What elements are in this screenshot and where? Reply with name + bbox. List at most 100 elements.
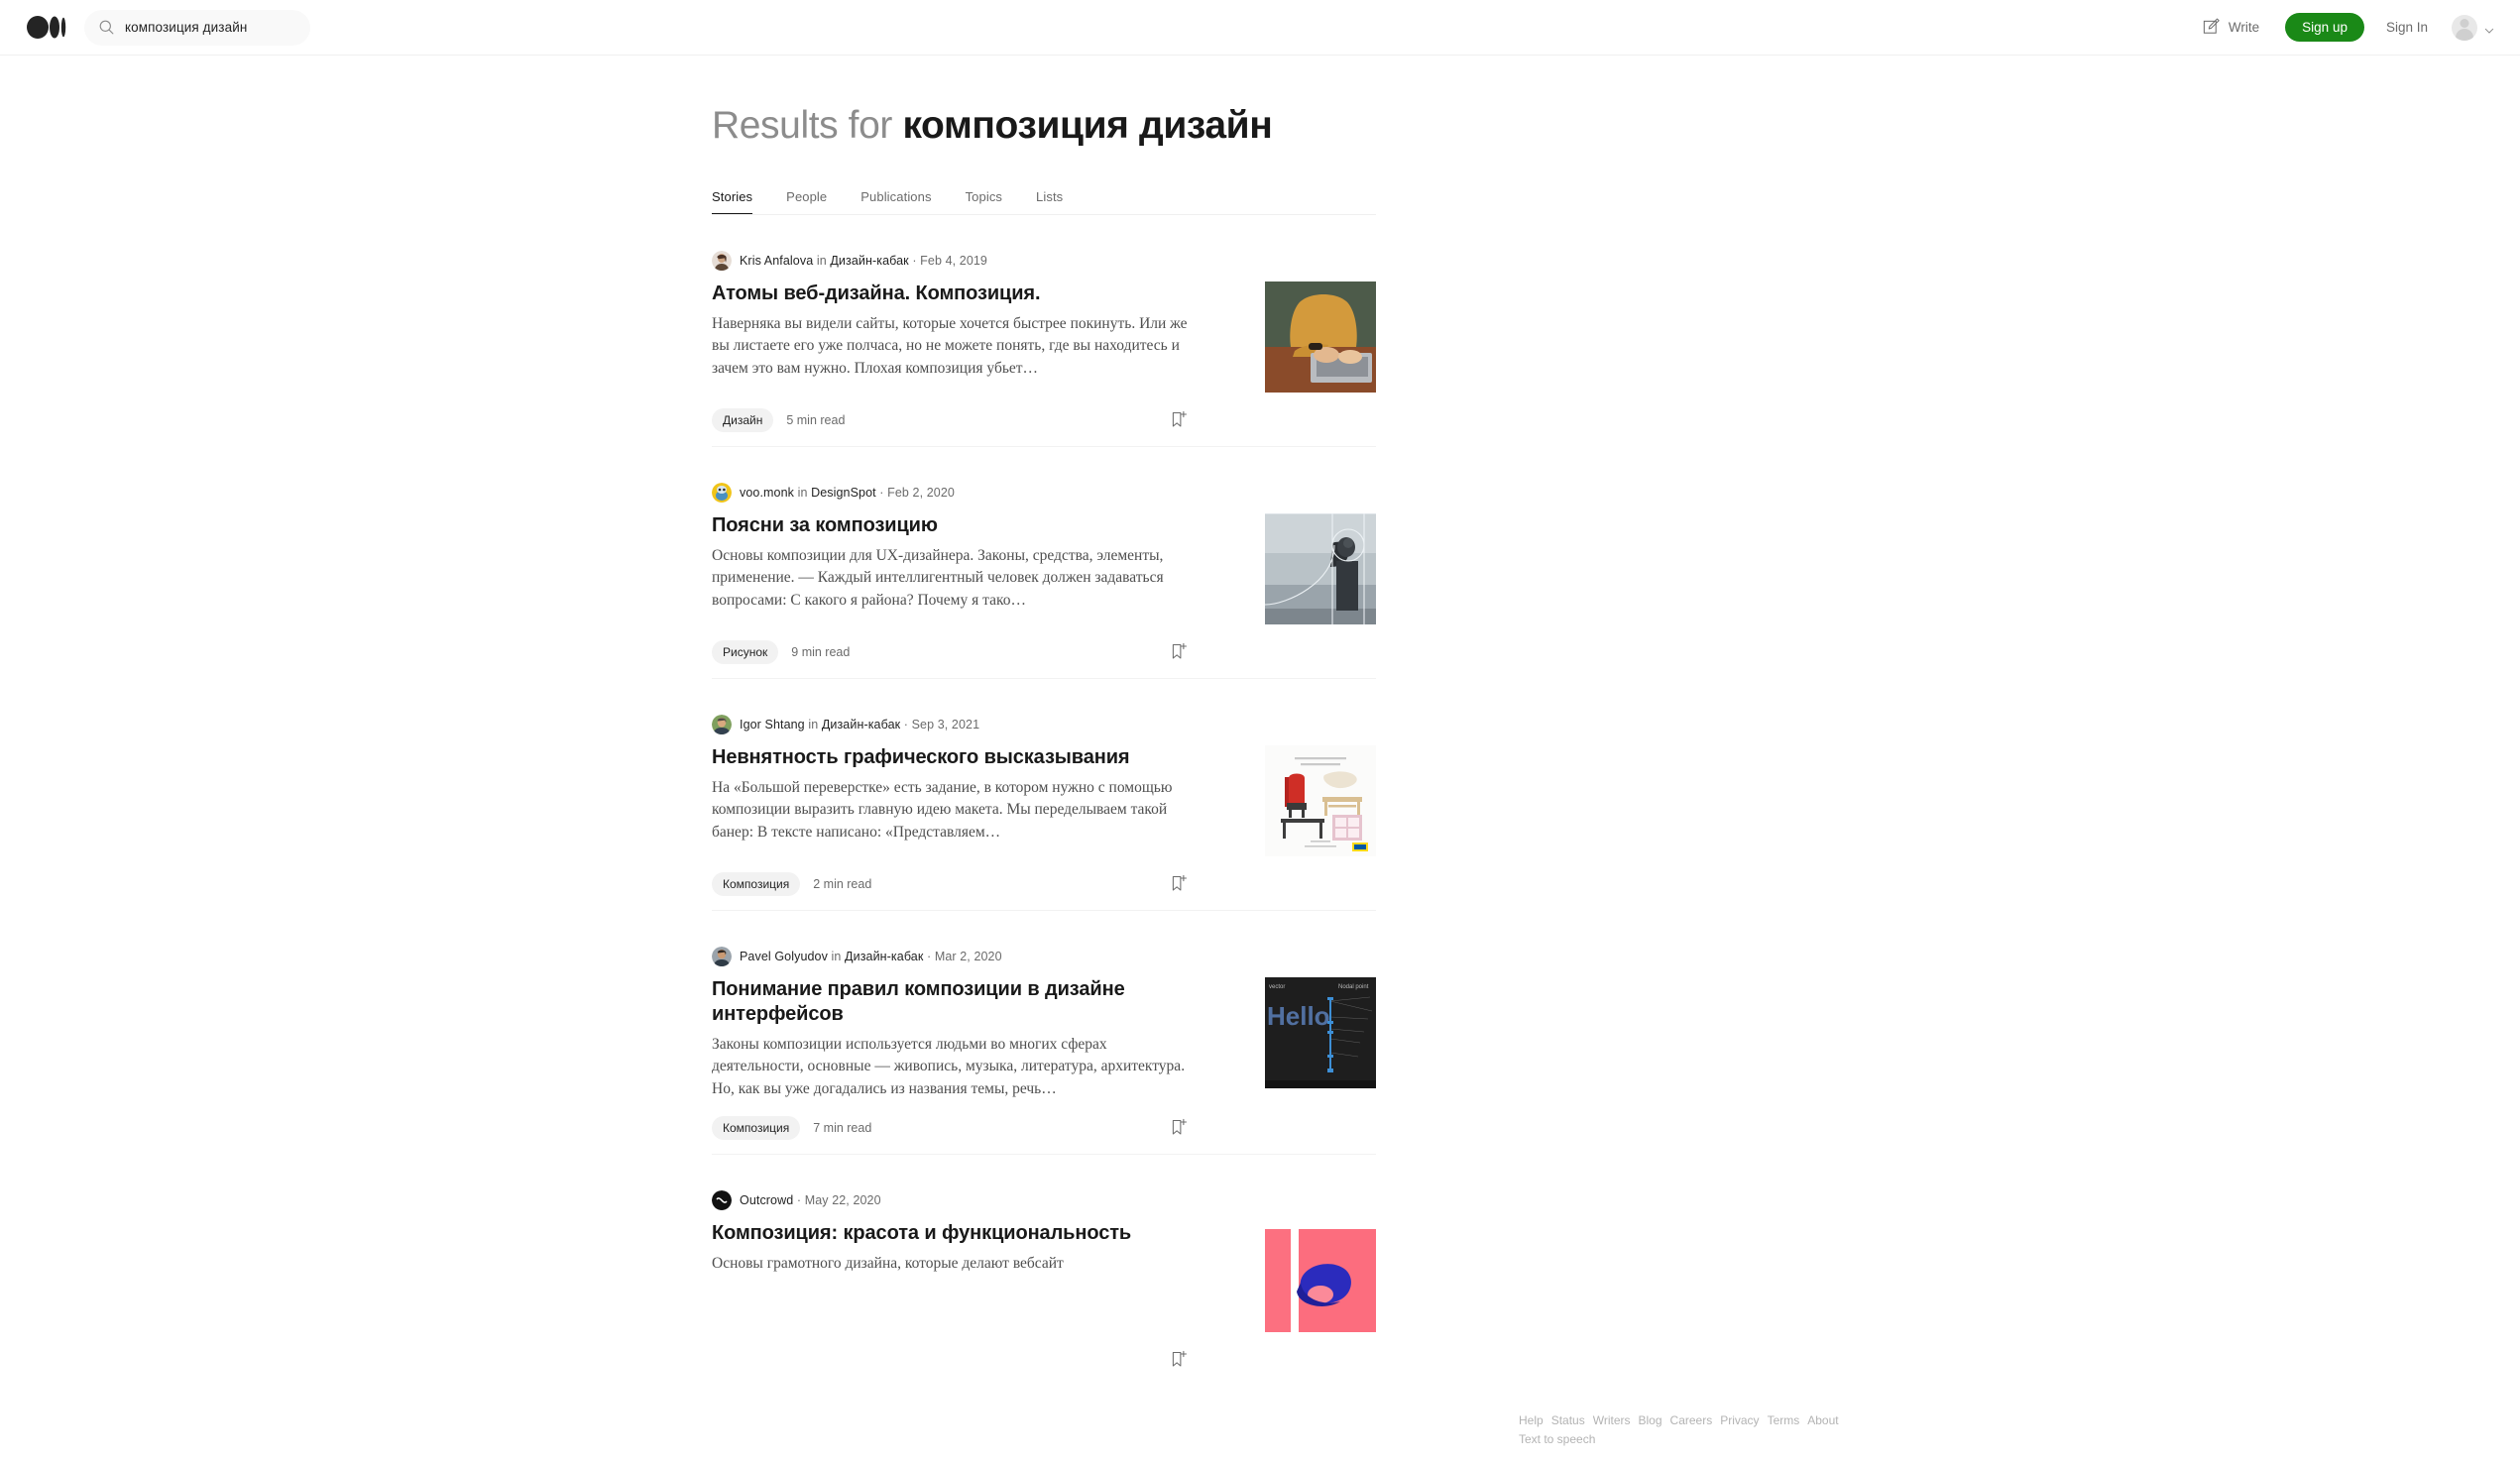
read-time: 5 min read	[786, 412, 846, 427]
story-card[interactable]: Pavel Golyudov in Дизайн-кабак · Mar 2, …	[712, 911, 1376, 1156]
byline-separator: ·	[927, 949, 932, 963]
story-subtitle: Основы композиции для UX-дизайнера. Зако…	[712, 546, 1164, 609]
story-thumbnail[interactable]: vector Nodal point Hello	[1265, 976, 1376, 1088]
story-footer: Рисунок 9 min read	[712, 639, 1376, 678]
footer-links-row-2: Text to speech	[1519, 1430, 1846, 1449]
in-word: in	[831, 949, 842, 963]
story-text: Поясни за композицию Основы композиции д…	[712, 513, 1196, 624]
story-thumbnail[interactable]	[1265, 744, 1376, 856]
tab-topics[interactable]: Topics	[966, 189, 1002, 214]
story-body: Композиция: красота и функциональность О…	[712, 1221, 1376, 1333]
story-title[interactable]: Композиция: красота и функциональность	[712, 1221, 1196, 1246]
header-actions: Write Sign up Sign In	[2202, 12, 2520, 43]
author-avatar[interactable]	[712, 250, 732, 271]
footer-link-text-to-speech[interactable]: Text to speech	[1519, 1432, 1595, 1446]
story-body: Поясни за композицию Основы композиции д…	[712, 512, 1376, 624]
bookmark-add-icon[interactable]	[1170, 642, 1188, 662]
page-title: Results for композиция дизайн	[712, 104, 1376, 149]
bookmark-add-icon[interactable]	[1170, 410, 1188, 430]
publication-name[interactable]: Дизайн-кабак	[822, 718, 900, 732]
author-avatar[interactable]	[712, 1190, 732, 1211]
tab-lists[interactable]: Lists	[1036, 189, 1063, 214]
story-tag[interactable]: Композиция	[712, 871, 801, 897]
page-title-query: композиция дизайн	[902, 104, 1273, 147]
story-text: Понимание правил композиции в дизайне ин…	[712, 977, 1196, 1100]
footer-link-status[interactable]: Status	[1551, 1413, 1585, 1427]
story-tag[interactable]: Рисунок	[712, 639, 779, 665]
in-word: in	[816, 253, 827, 268]
story-card[interactable]: Kris Anfalova in Дизайн-кабак · Feb 4, 2…	[712, 215, 1376, 447]
story-text: Невнятность графического высказывания На…	[712, 745, 1196, 856]
story-footer: Композиция 7 min read	[712, 1116, 1376, 1154]
bookmark-add-icon[interactable]	[1170, 1118, 1188, 1138]
story-card[interactable]: Outcrowd · May 22, 2020 Композиция: крас…	[712, 1155, 1376, 1386]
story-footer: Дизайн 5 min read	[712, 407, 1376, 446]
story-thumbnail[interactable]	[1265, 1221, 1376, 1333]
tab-people[interactable]: People	[786, 189, 827, 214]
in-word: in	[808, 717, 819, 732]
footer-link-privacy[interactable]: Privacy	[1720, 1413, 1759, 1427]
footer-link-blog[interactable]: Blog	[1639, 1413, 1662, 1427]
story-byline: Kris Anfalova in Дизайн-кабак · Feb 4, 2…	[712, 250, 1376, 271]
bookmark-add-icon[interactable]	[1170, 1350, 1188, 1370]
footer-link-about[interactable]: About	[1807, 1413, 1838, 1427]
author-avatar[interactable]	[712, 946, 732, 966]
author-name[interactable]: voo.monk	[740, 486, 794, 500]
story-title[interactable]: Невнятность графического высказывания	[712, 745, 1196, 770]
author-avatar[interactable]	[712, 482, 732, 503]
sign-up-button[interactable]: Sign up	[2285, 12, 2364, 43]
footer-link-terms[interactable]: Terms	[1768, 1413, 1800, 1427]
publish-date: Mar 2, 2020	[934, 949, 1002, 963]
bookmark-add-icon[interactable]	[1170, 874, 1188, 894]
publication-name[interactable]: Дизайн-кабак	[845, 950, 923, 963]
page-title-prefix: Results for	[712, 104, 892, 147]
publication-name[interactable]: Дизайн-кабак	[830, 254, 908, 268]
write-label: Write	[2228, 20, 2260, 35]
story-title[interactable]: Поясни за композицию	[712, 513, 1196, 538]
medium-logo[interactable]	[27, 16, 66, 39]
story-tag[interactable]: Композиция	[712, 1116, 801, 1141]
publish-date: Feb 2, 2020	[887, 485, 955, 500]
search-icon	[98, 19, 115, 36]
story-byline: voo.monk in DesignSpot · Feb 2, 2020	[712, 482, 1376, 503]
write-button[interactable]: Write	[2202, 17, 2259, 39]
author-name[interactable]: Pavel Golyudov	[740, 950, 828, 963]
story-byline: Igor Shtang in Дизайн-кабак · Sep 3, 202…	[712, 714, 1376, 734]
story-subtitle: Основы грамотного дизайна, которые делаю…	[712, 1255, 1064, 1273]
pencil-icon	[2202, 17, 2221, 39]
publish-date: Feb 4, 2019	[920, 253, 987, 268]
story-card[interactable]: Igor Shtang in Дизайн-кабак · Sep 3, 202…	[712, 679, 1376, 911]
story-subtitle: На «Большой переверстке» есть задание, в…	[712, 778, 1173, 841]
story-thumbnail[interactable]	[1265, 281, 1376, 393]
account-menu[interactable]	[2452, 14, 2494, 41]
publish-date: May 22, 2020	[804, 1193, 881, 1207]
story-title[interactable]: Атомы веб-дизайна. Композиция.	[712, 281, 1196, 306]
sign-in-button[interactable]: Sign In	[2386, 20, 2428, 35]
byline-text: Outcrowd · May 22, 2020	[740, 1194, 881, 1207]
story-tag[interactable]: Дизайн	[712, 407, 774, 433]
footer-link-help[interactable]: Help	[1519, 1413, 1544, 1427]
footer-link-writers[interactable]: Writers	[1593, 1413, 1631, 1427]
story-card[interactable]: voo.monk in DesignSpot · Feb 2, 2020 Поя…	[712, 447, 1376, 679]
read-time: 7 min read	[813, 1121, 872, 1136]
story-title[interactable]: Понимание правил композиции в дизайне ин…	[712, 977, 1196, 1027]
search-input[interactable]: композиция дизайн	[84, 9, 310, 46]
publish-date: Sep 3, 2021	[911, 717, 980, 732]
author-avatar[interactable]	[712, 714, 732, 734]
story-thumbnail[interactable]	[1265, 512, 1376, 624]
svg-text:vector: vector	[1269, 984, 1285, 990]
author-name[interactable]: Kris Anfalova	[740, 254, 813, 268]
publication-name[interactable]: DesignSpot	[811, 486, 876, 500]
byline-text: Igor Shtang in Дизайн-кабак · Sep 3, 202…	[740, 717, 980, 732]
footer-links-row-1: Help Status Writers Blog Careers Privacy Terms…	[1519, 1411, 1846, 1430]
footer-link-careers[interactable]: Careers	[1670, 1413, 1713, 1427]
chevron-down-icon	[2484, 23, 2494, 34]
author-name[interactable]: Igor Shtang	[740, 718, 805, 732]
tab-stories[interactable]: Stories	[712, 189, 752, 214]
byline-separator: ·	[796, 1193, 802, 1207]
tab-publications[interactable]: Publications	[860, 189, 931, 214]
footer-links: Help Status Writers Blog Careers Privacy Terms…	[1519, 1411, 1846, 1449]
results-tab-bar: Stories People Publications Topics Lists	[712, 189, 1376, 215]
author-name[interactable]: Outcrowd	[740, 1193, 793, 1207]
top-navigation-bar: композиция дизайн Write Sign up Sign In	[0, 0, 2520, 56]
